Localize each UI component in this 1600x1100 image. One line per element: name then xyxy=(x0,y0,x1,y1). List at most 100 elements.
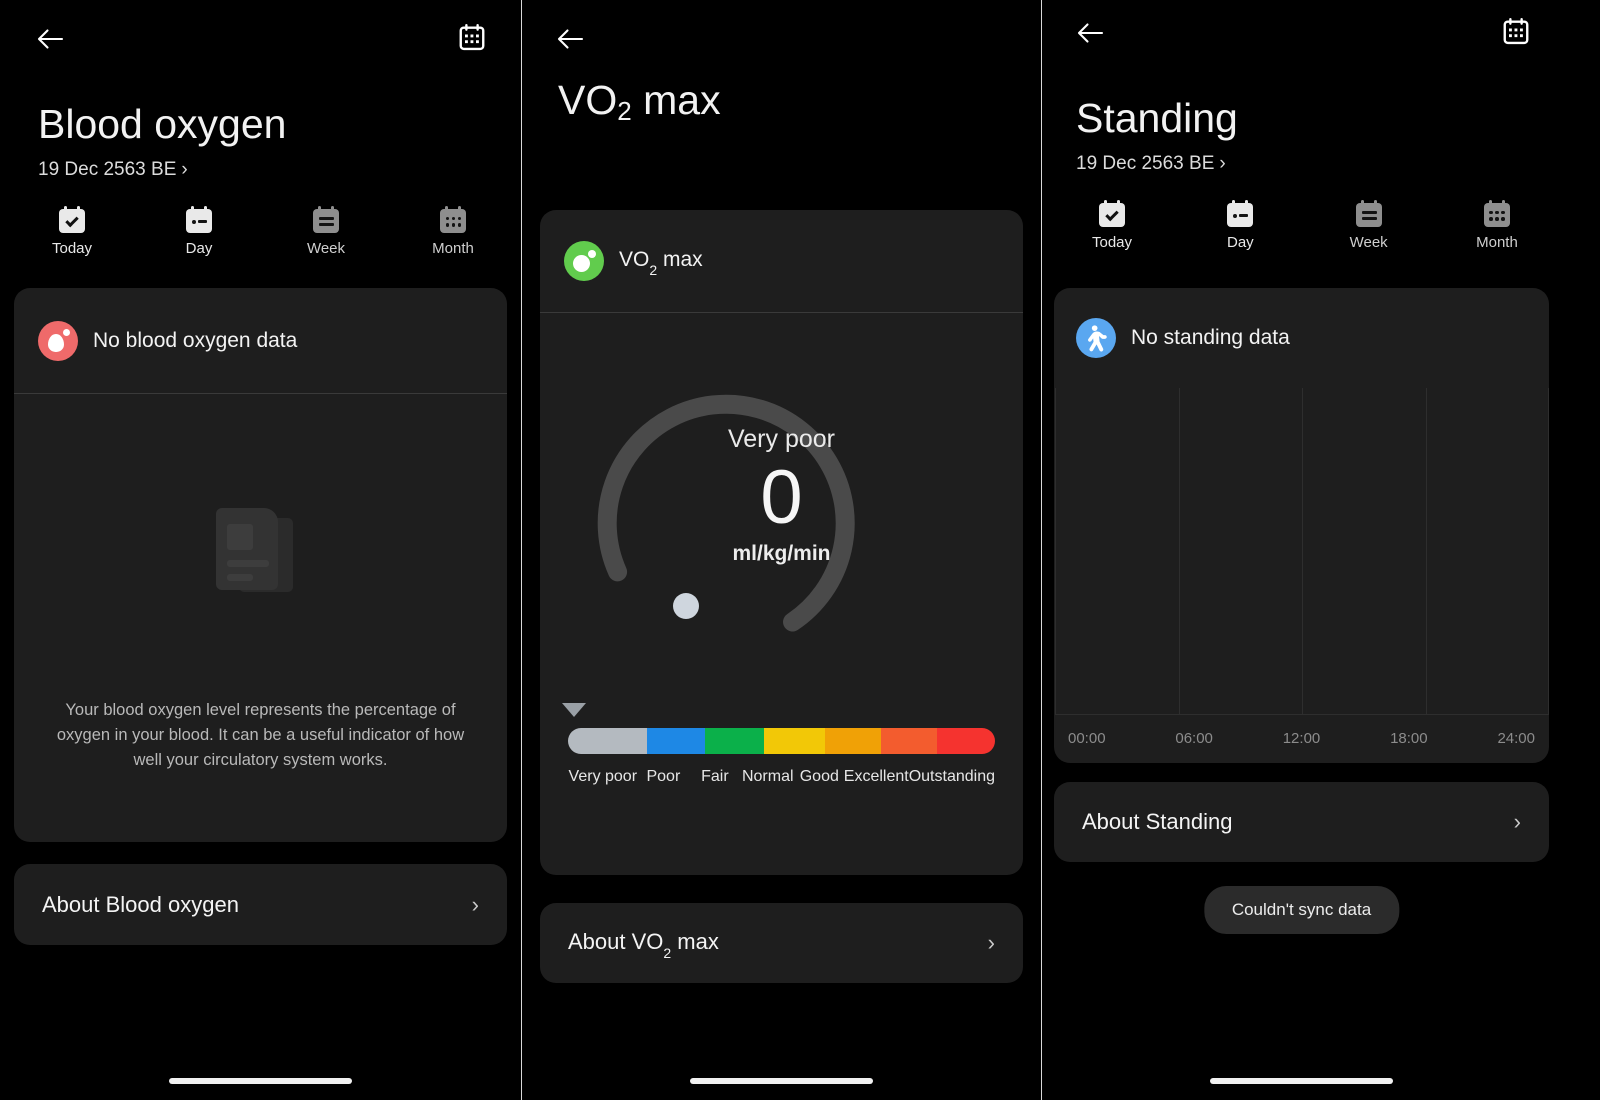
tab-label: Week xyxy=(1349,234,1388,251)
date-selector[interactable]: 19 Dec 2563 BE › xyxy=(38,159,501,181)
chevron-right-icon: › xyxy=(471,891,479,917)
about-blood-oxygen-row[interactable]: About Blood oxygen › xyxy=(14,864,507,945)
sidebar-item-today[interactable]: Today xyxy=(30,206,114,257)
vo2-max-card: VO2 max Very poor 0 ml/kg/min Very poor P… xyxy=(540,210,1023,875)
screen-blood-oxygen: Blood oxygen 19 Dec 2563 BE › Today Day … xyxy=(0,0,521,1100)
vo2-gauge: Very poor 0 ml/kg/min xyxy=(540,340,1023,640)
scale-segment xyxy=(646,728,706,754)
screen-vo2-max: VO2 max VO2 max Very poor 0 ml/kg/min Ve… xyxy=(522,0,1041,1100)
card-header: VO2 max xyxy=(540,210,1023,312)
scale-label: Normal xyxy=(741,768,794,785)
vo2-scale-bar xyxy=(568,728,995,754)
scale-label: Good xyxy=(799,768,839,785)
sidebar-item-month[interactable]: Month xyxy=(411,206,495,257)
range-tabs-blood-oxygen: Today Day Week Month xyxy=(30,206,495,257)
page-title: Blood oxygen xyxy=(38,101,287,147)
gauge-unit: ml/kg/min xyxy=(732,542,831,565)
empty-document-icon xyxy=(211,504,311,604)
tab-label: Month xyxy=(432,240,474,257)
scale-label: Fair xyxy=(701,768,729,785)
empty-state-description: Your blood oxygen level represents the p… xyxy=(56,701,465,769)
card-header: No standing data xyxy=(1054,288,1549,388)
no-data-status: No standing data xyxy=(1131,326,1290,349)
scale-segment xyxy=(705,728,764,754)
tab-label: Today xyxy=(51,240,93,257)
standing-card: No standing data 00:00 06:00 12:00 18:00 24:… xyxy=(1054,288,1549,763)
axis-tick-label: 18:00 xyxy=(1390,730,1428,747)
sidebar-item-month[interactable]: Month xyxy=(1455,200,1539,251)
about-label: About Blood oxygen xyxy=(42,891,239,917)
home-indicator xyxy=(690,1078,873,1084)
divider xyxy=(540,312,1023,313)
page-heading-standing: Standing 19 Dec 2563 BE › xyxy=(1076,94,1541,175)
tab-label: Week xyxy=(306,240,346,257)
gauge-value: 0 xyxy=(760,455,803,540)
empty-state: Your blood oxygen level represents the p… xyxy=(14,394,507,773)
three-panel-screenshot: Blood oxygen 19 Dec 2563 BE › Today Day … xyxy=(0,0,1600,1100)
calendar-week-icon xyxy=(312,206,340,234)
about-vo2-max-row[interactable]: About VO2 max › xyxy=(540,903,1023,983)
home-indicator xyxy=(1210,1078,1393,1084)
sidebar-item-week[interactable]: Week xyxy=(284,206,368,257)
about-label: About VO2 max xyxy=(568,928,719,962)
date-selector[interactable]: 19 Dec 2563 BE › xyxy=(1076,153,1541,175)
tab-label: Month xyxy=(1476,234,1518,251)
calendar-icon[interactable] xyxy=(1501,16,1531,46)
sidebar-item-day[interactable]: Day xyxy=(157,206,241,257)
range-tabs-standing: Today Day Week Month xyxy=(1070,200,1539,251)
screen-standing: Standing 19 Dec 2563 BE › Today Day Week… xyxy=(1042,0,1561,1100)
vo2-bubble-icon xyxy=(564,241,604,281)
page-heading-vo2-max: VO2 max xyxy=(558,76,1021,129)
calendar-icon[interactable] xyxy=(457,22,487,52)
back-arrow-icon[interactable] xyxy=(556,24,586,54)
calendar-day-icon xyxy=(1226,200,1254,228)
chevron-right-icon: › xyxy=(1219,153,1226,174)
calendar-month-icon xyxy=(439,206,467,234)
about-label: About Standing xyxy=(1082,809,1233,834)
scale-label: Very poor xyxy=(568,768,638,785)
scale-label: Excellent xyxy=(843,768,909,785)
tab-label: Day xyxy=(185,240,213,257)
vo2-scale-labels: Very poor Poor Fair Normal Good Excellent Outs… xyxy=(568,766,995,787)
tab-label: Today xyxy=(1091,234,1133,251)
home-indicator xyxy=(169,1078,352,1084)
scale-label: Outstanding xyxy=(908,768,995,785)
no-data-status: No blood oxygen data xyxy=(93,328,298,352)
axis-tick-label: 24:00 xyxy=(1497,730,1535,747)
tab-label: Day xyxy=(1226,234,1254,251)
card-title: VO2 max xyxy=(619,247,703,279)
calendar-month-icon xyxy=(1483,200,1511,228)
page-title: VO2 max xyxy=(558,77,721,126)
sidebar-item-today[interactable]: Today xyxy=(1070,200,1154,251)
calendar-week-icon xyxy=(1355,200,1383,228)
date-label: 19 Dec 2563 BE xyxy=(38,159,177,180)
page-title: Standing xyxy=(1076,95,1238,141)
back-arrow-icon[interactable] xyxy=(1076,18,1106,48)
top-bar-standing xyxy=(1042,0,1561,78)
blood-oxygen-card: No blood oxygen data Your blood oxygen l… xyxy=(14,288,507,842)
chart-x-axis: 00:00 06:00 12:00 18:00 24:00 xyxy=(1054,730,1549,747)
triangle-down-icon xyxy=(562,703,586,717)
axis-tick-label: 12:00 xyxy=(1282,730,1321,747)
axis-tick-label: 00:00 xyxy=(1068,730,1106,747)
sidebar-item-day[interactable]: Day xyxy=(1198,200,1282,251)
scale-segment xyxy=(568,728,647,754)
scale-segment xyxy=(880,728,937,754)
calendar-check-icon xyxy=(1098,200,1126,228)
back-arrow-icon[interactable] xyxy=(36,24,66,54)
card-header: No blood oxygen data xyxy=(14,288,507,393)
gauge-readout: Very poor 0 ml/kg/min xyxy=(540,425,1023,566)
scale-segment xyxy=(763,728,826,754)
scale-segment xyxy=(936,728,995,754)
standing-chart: 00:00 06:00 12:00 18:00 24:00 xyxy=(1054,388,1549,763)
scale-segment xyxy=(825,728,881,754)
chevron-right-icon: › xyxy=(1513,809,1521,834)
toast-message: Couldn't sync data xyxy=(1203,886,1400,934)
top-bar-vo2-max xyxy=(522,0,1041,78)
chevron-right-icon: › xyxy=(181,159,188,180)
gauge-knob xyxy=(673,593,699,619)
about-standing-row[interactable]: About Standing › xyxy=(1054,782,1549,862)
sidebar-item-week[interactable]: Week xyxy=(1327,200,1411,251)
axis-tick-label: 06:00 xyxy=(1175,730,1213,747)
blood-drop-icon xyxy=(38,320,78,361)
